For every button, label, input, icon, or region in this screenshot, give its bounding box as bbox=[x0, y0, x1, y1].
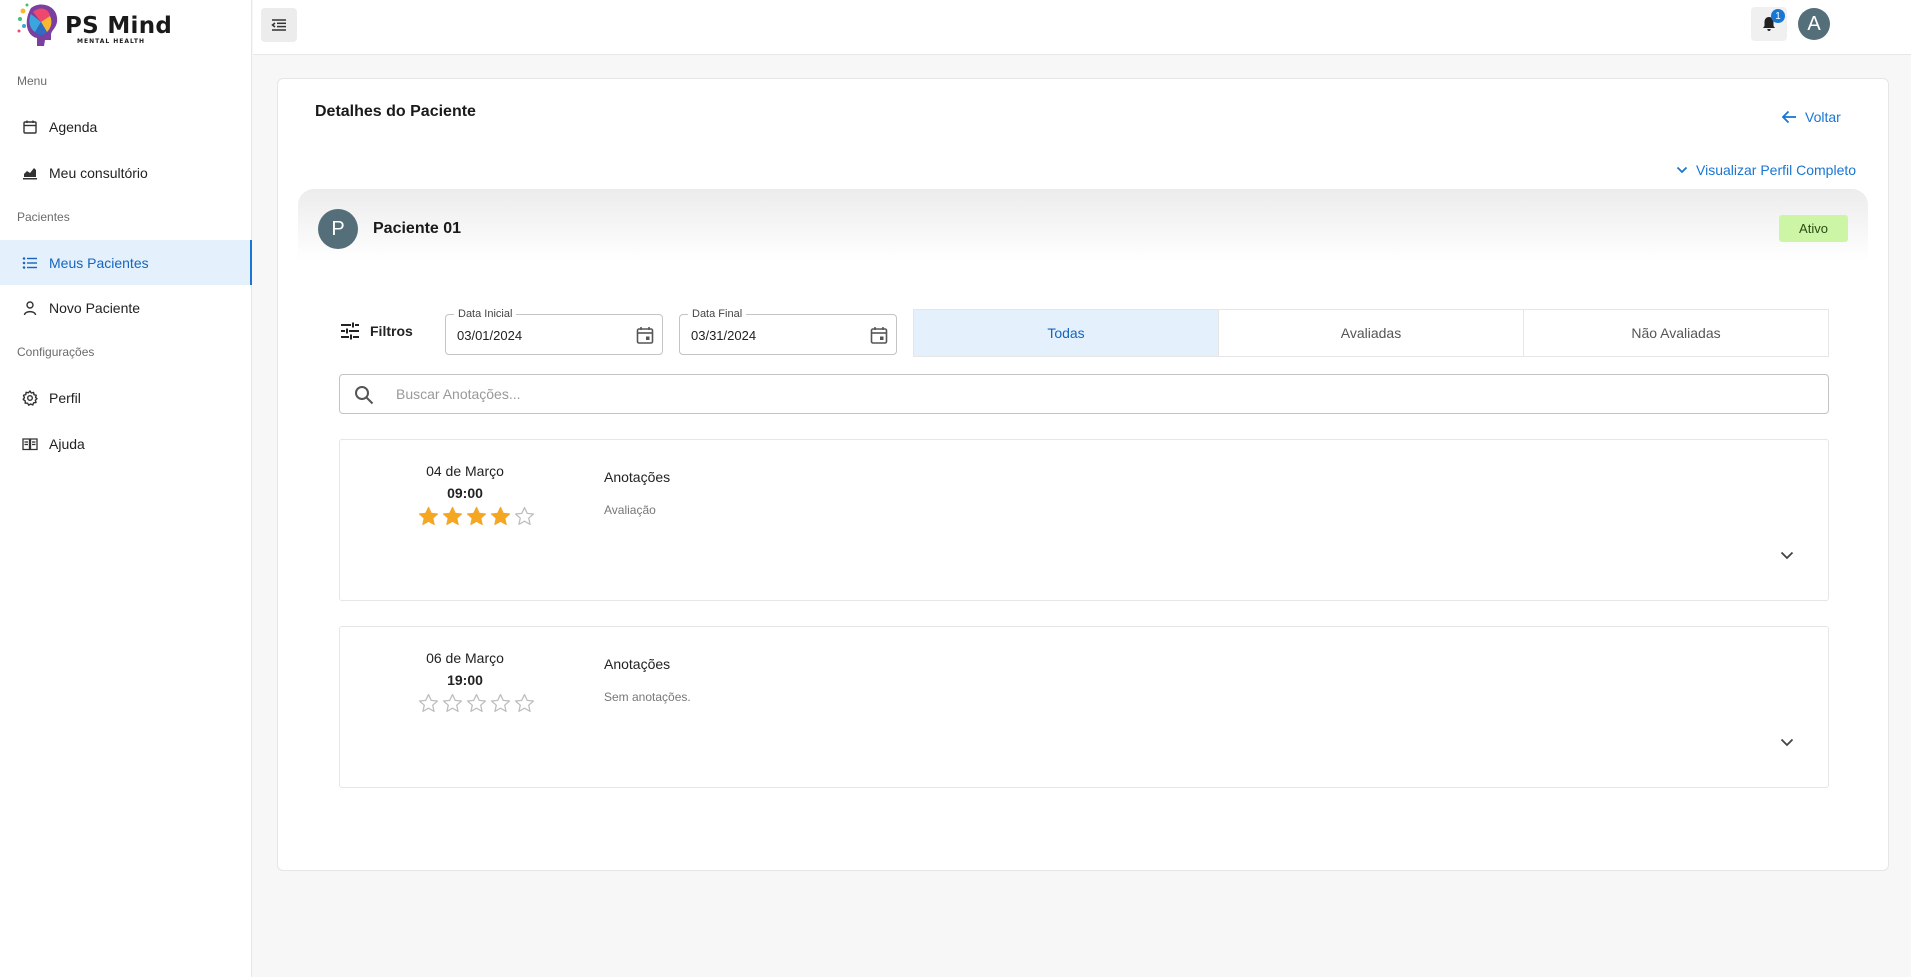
star-empty-icon[interactable] bbox=[512, 504, 536, 528]
brain-head-icon bbox=[17, 3, 58, 47]
tune-icon bbox=[341, 322, 359, 340]
top-bar: 1 A bbox=[253, 0, 1911, 55]
sidebar-item-agenda[interactable]: Agenda bbox=[0, 104, 252, 149]
star-filled-icon[interactable] bbox=[464, 504, 488, 528]
end-date-field[interactable]: Data Final 03/31/2024 bbox=[679, 308, 897, 355]
brand-tagline: MENTAL HEALTH bbox=[77, 38, 145, 45]
view-full-profile-button[interactable]: Visualizar Perfil Completo bbox=[1676, 162, 1856, 178]
book-icon bbox=[22, 436, 38, 452]
toggle-sidebar-button[interactable] bbox=[261, 8, 297, 42]
sidebar-item-label: Meu consultório bbox=[49, 164, 148, 181]
chevron-down-icon bbox=[1676, 166, 1688, 174]
star-empty-icon[interactable] bbox=[512, 691, 536, 715]
arrow-left-icon bbox=[1781, 110, 1796, 124]
sidebar-section-pacientes: Pacientes bbox=[17, 210, 70, 224]
sidebar-item-label: Novo Paciente bbox=[49, 299, 141, 316]
tab-todas[interactable]: Todas bbox=[914, 310, 1219, 356]
evaluation-filter-tabs: Todas Avaliadas Não Avaliadas bbox=[913, 309, 1829, 357]
start-date-value: 03/01/2024 bbox=[457, 328, 523, 343]
star-empty-icon[interactable] bbox=[440, 691, 464, 715]
star-filled-icon[interactable] bbox=[416, 504, 440, 528]
session-rating bbox=[416, 691, 536, 715]
sidebar-item-label: Meus Pacientes bbox=[49, 254, 149, 271]
star-empty-icon[interactable] bbox=[488, 691, 512, 715]
view-full-profile-label: Visualizar Perfil Completo bbox=[1696, 162, 1857, 178]
menu-collapse-icon bbox=[271, 19, 286, 31]
filters-button[interactable]: Filtros bbox=[340, 322, 413, 340]
end-date-value: 03/31/2024 bbox=[691, 328, 757, 343]
patient-header: P Paciente 01 Ativo bbox=[298, 189, 1868, 261]
session-card: 04 de Março 09:00 Anotações Avaliação bbox=[339, 439, 1829, 601]
sidebar-section-menu: Menu bbox=[17, 74, 48, 88]
end-date-label: Data Final bbox=[688, 308, 747, 320]
session-date: 04 de Março bbox=[426, 463, 504, 479]
session-time: 19:00 bbox=[447, 672, 483, 688]
sidebar: PS Mind MENTAL HEALTH Menu Agenda Meu co… bbox=[0, 0, 252, 977]
sidebar-item-label: Agenda bbox=[49, 118, 98, 135]
filters-label: Filtros bbox=[370, 323, 413, 339]
brand-logo[interactable]: PS Mind MENTAL HEALTH bbox=[17, 2, 177, 50]
page-title: Detalhes do Paciente bbox=[315, 103, 476, 120]
star-filled-icon[interactable] bbox=[488, 504, 512, 528]
session-notes-title: Anotações bbox=[604, 469, 671, 485]
session-rating bbox=[416, 504, 536, 528]
sidebar-item-meus-pacientes[interactable]: Meus Pacientes bbox=[0, 240, 252, 285]
session-card: 06 de Março 19:00 Anotações Sem anotaçõe… bbox=[339, 626, 1829, 788]
session-notes-text: Sem anotações. bbox=[604, 690, 691, 704]
gear-icon bbox=[22, 389, 38, 406]
tab-avaliadas[interactable]: Avaliadas bbox=[1219, 310, 1524, 356]
person-icon bbox=[22, 300, 38, 316]
list-icon bbox=[22, 255, 38, 271]
search-input[interactable] bbox=[396, 383, 1796, 405]
bar-chart-icon bbox=[22, 165, 38, 181]
calendar-icon[interactable] bbox=[636, 326, 654, 345]
sidebar-item-ajuda[interactable]: Ajuda bbox=[0, 421, 252, 466]
notification-count-badge: 1 bbox=[1771, 9, 1785, 23]
sidebar-item-meu-consultorio[interactable]: Meu consultório bbox=[0, 150, 252, 195]
tab-nao-avaliadas[interactable]: Não Avaliadas bbox=[1524, 310, 1828, 356]
star-empty-icon[interactable] bbox=[464, 691, 488, 715]
session-date: 06 de Março bbox=[426, 650, 504, 666]
back-button[interactable]: Voltar bbox=[1781, 109, 1841, 125]
sidebar-item-perfil[interactable]: Perfil bbox=[0, 375, 252, 420]
sidebar-item-novo-paciente[interactable]: Novo Paciente bbox=[0, 285, 252, 330]
patient-details-card: Detalhes do Paciente Voltar Visualizar P… bbox=[277, 78, 1889, 871]
sidebar-section-configuracoes: Configurações bbox=[17, 345, 95, 359]
sidebar-item-label: Ajuda bbox=[49, 435, 85, 452]
start-date-field[interactable]: Data Inicial 03/01/2024 bbox=[445, 308, 663, 355]
patient-avatar: P bbox=[318, 209, 358, 249]
search-box bbox=[339, 374, 1829, 414]
status-badge: Ativo bbox=[1779, 215, 1848, 242]
brand-name: PS Mind bbox=[65, 13, 173, 39]
expand-chevron-icon[interactable] bbox=[1780, 738, 1794, 747]
session-notes-title: Anotações bbox=[604, 656, 671, 672]
start-date-label: Data Inicial bbox=[454, 308, 517, 320]
user-avatar[interactable]: A bbox=[1798, 8, 1830, 40]
search-icon bbox=[355, 386, 374, 405]
session-time: 09:00 bbox=[447, 485, 483, 501]
patient-name: Paciente 01 bbox=[373, 220, 462, 237]
back-button-label: Voltar bbox=[1805, 109, 1841, 125]
notifications-button[interactable]: 1 bbox=[1751, 7, 1787, 41]
star-filled-icon[interactable] bbox=[440, 504, 464, 528]
sidebar-item-label: Perfil bbox=[49, 389, 81, 406]
calendar-icon bbox=[22, 119, 38, 135]
session-notes-text: Avaliação bbox=[604, 503, 656, 517]
calendar-icon[interactable] bbox=[870, 326, 888, 345]
star-empty-icon[interactable] bbox=[416, 691, 440, 715]
expand-chevron-icon[interactable] bbox=[1780, 551, 1794, 560]
